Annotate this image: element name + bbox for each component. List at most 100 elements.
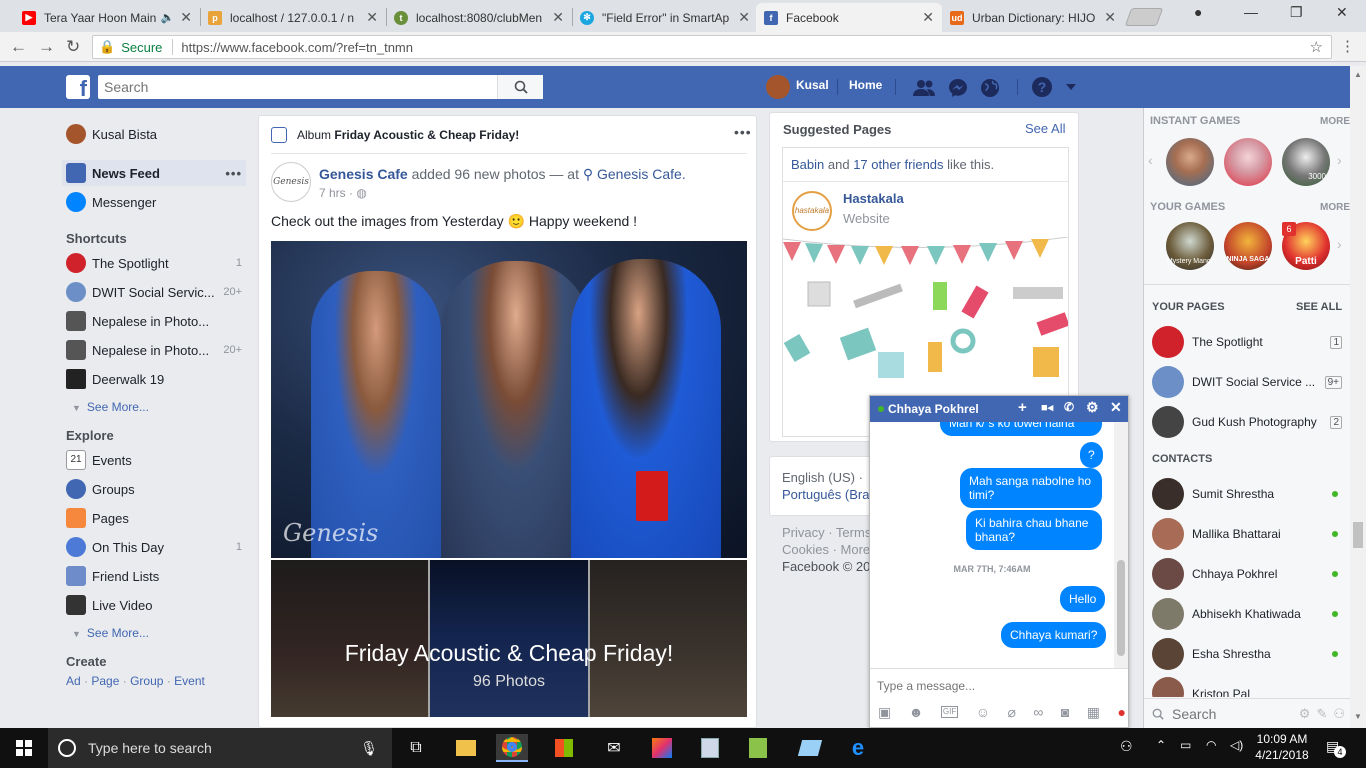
scroll-down-icon[interactable]: ▼ xyxy=(1354,712,1362,721)
add-people-icon[interactable]: ⚇ xyxy=(1333,706,1345,722)
main-photo[interactable]: Genesis xyxy=(271,241,747,558)
back-button[interactable]: ← xyxy=(10,37,27,57)
browser-tab[interactable]: t localhost:8080/clubMen ✕ xyxy=(386,3,572,32)
close-tab-icon[interactable]: ✕ xyxy=(366,9,378,26)
sidebar-item-news-feed[interactable]: News Feed ••• xyxy=(62,160,246,186)
link-icon[interactable]: ∞ xyxy=(1033,704,1043,721)
emoji-icon[interactable]: ☺ xyxy=(976,704,990,721)
sidebar-item-events[interactable]: 21 Events xyxy=(62,447,246,473)
help-icon[interactable]: ? xyxy=(1032,77,1052,97)
chat-contact-name[interactable]: Chhaya Pokhrel xyxy=(888,402,979,416)
contact-row[interactable]: Mallika Bhattarai xyxy=(1152,515,1346,553)
home-link[interactable]: Home xyxy=(849,78,882,92)
other-friends-link[interactable]: 17 other friends xyxy=(853,157,943,172)
url-bar[interactable]: 🔒 Secure https://www.facebook.com/?ref=t… xyxy=(92,35,1332,59)
create-ad-link[interactable]: Ad xyxy=(66,674,81,688)
volume-icon[interactable]: ◁) xyxy=(1230,738,1243,752)
minimize-button[interactable]: — xyxy=(1244,4,1258,20)
location-link[interactable]: Genesis Cafe. xyxy=(597,166,686,182)
clock[interactable]: 10:09 AM 4/21/2018 xyxy=(1252,731,1312,763)
see-more-shortcuts[interactable]: ▼ See More... xyxy=(72,400,149,414)
chat-search-input[interactable] xyxy=(1172,705,1272,722)
scroll-up-icon[interactable]: ▲ xyxy=(1354,70,1362,79)
app-icon[interactable] xyxy=(794,734,826,762)
chevron-left-icon[interactable]: ‹ xyxy=(1148,152,1153,168)
microphone-icon[interactable]: 🎙 xyxy=(360,740,378,757)
mail-icon[interactable]: ✉ xyxy=(598,734,630,762)
facebook-search[interactable] xyxy=(98,75,543,99)
windows-start-icon[interactable] xyxy=(8,734,40,762)
forward-button[interactable]: → xyxy=(38,37,55,57)
profile-link[interactable]: Kusal Bista xyxy=(62,121,246,147)
gear-icon[interactable]: ⚙ xyxy=(1299,706,1311,722)
edge-icon[interactable]: e xyxy=(842,734,874,762)
messenger-icon[interactable] xyxy=(948,78,968,98)
avatar[interactable] xyxy=(766,75,790,99)
instant-game-thumb[interactable] xyxy=(1166,138,1214,186)
browser-tab[interactable]: p localhost / 127.0.0.1 / n ✕ xyxy=(200,3,386,32)
reload-button[interactable]: ↻ xyxy=(66,37,80,57)
footer-links[interactable]: Cookies · More xyxy=(782,542,870,557)
close-tab-icon[interactable]: ✕ xyxy=(738,9,750,26)
message-input[interactable] xyxy=(877,679,1117,693)
sidebar-item-messenger[interactable]: Messenger xyxy=(62,189,246,215)
browser-tab[interactable]: ud Urban Dictionary: HIJO ✕ xyxy=(942,3,1124,32)
battery-icon[interactable]: ▭ xyxy=(1180,738,1191,752)
gif-icon[interactable]: GIF xyxy=(940,706,959,718)
contact-row[interactable]: Chhaya Pokhrel xyxy=(1152,555,1346,593)
see-all-pages-link[interactable]: SEE ALL xyxy=(1296,301,1342,313)
sidebar-item-on-this-day[interactable]: On This Day 1 xyxy=(62,534,246,560)
search-button[interactable] xyxy=(497,75,543,99)
contact-row[interactable]: Sumit Shrestha xyxy=(1152,475,1346,513)
globe-icon[interactable] xyxy=(980,78,1000,98)
instant-game-thumb[interactable] xyxy=(1224,138,1272,186)
chat-scrollbar[interactable] xyxy=(1114,422,1128,668)
camera-icon[interactable]: ◙ xyxy=(1061,704,1069,721)
compose-icon[interactable]: ✎ xyxy=(1316,706,1327,722)
page-scrollbar[interactable]: ▲ ▼ xyxy=(1350,66,1366,728)
instant-game-thumb[interactable]: 3000 xyxy=(1282,138,1330,186)
close-window-button[interactable]: ✕ xyxy=(1336,4,1348,21)
see-more-explore[interactable]: ▼ See More... xyxy=(72,626,149,640)
chevron-up-icon[interactable]: ⌃ xyxy=(1156,738,1166,752)
profile-link[interactable]: Kusal xyxy=(796,78,829,92)
photo-icon[interactable]: ▣ xyxy=(878,704,891,721)
close-tab-icon[interactable]: ✕ xyxy=(922,9,934,26)
create-page-link[interactable]: Page xyxy=(91,674,119,688)
phone-icon[interactable]: ✆ xyxy=(1064,400,1074,414)
friend-requests-icon[interactable] xyxy=(912,78,936,98)
close-icon[interactable]: ✕ xyxy=(1110,399,1122,416)
scroll-thumb[interactable] xyxy=(1353,522,1363,548)
friend-link[interactable]: Babin xyxy=(791,157,824,172)
new-tab-button[interactable] xyxy=(1124,8,1164,26)
page-row[interactable]: The Spotlight 1 xyxy=(1152,323,1346,361)
star-icon[interactable]: ☆ xyxy=(1310,38,1323,56)
app-icon[interactable] xyxy=(694,734,726,762)
more-options-icon[interactable]: ••• xyxy=(225,166,246,181)
chevron-down-icon[interactable] xyxy=(1066,84,1076,90)
page-name-link[interactable]: Genesis Cafe xyxy=(319,166,408,182)
sidebar-item-groups[interactable]: Groups xyxy=(62,476,246,502)
gear-icon[interactable]: ⚙ xyxy=(1086,399,1099,416)
sidebar-item-shortcut[interactable]: Nepalese in Photo... xyxy=(62,308,246,334)
facebook-logo[interactable]: f xyxy=(66,75,90,101)
menu-dots-icon[interactable]: ⋮ xyxy=(1340,37,1355,55)
restore-button[interactable]: ❐ xyxy=(1290,4,1303,21)
sidebar-item-friend-lists[interactable]: Friend Lists xyxy=(62,563,246,589)
video-call-icon[interactable]: ■◂ xyxy=(1041,401,1053,414)
chrome-icon[interactable] xyxy=(496,734,528,762)
people-icon[interactable]: ⚇ xyxy=(1120,738,1133,755)
games-icon[interactable]: ▦ xyxy=(1087,704,1100,721)
taskbar-search[interactable]: Type here to search 🎙 xyxy=(48,728,392,768)
page-cover-image[interactable] xyxy=(783,237,1068,394)
chevron-right-icon[interactable]: › xyxy=(1337,152,1342,168)
contact-row[interactable]: Abhisekh Khatiwada xyxy=(1152,595,1346,633)
see-all-link[interactable]: See All xyxy=(1025,121,1065,136)
attach-icon[interactable]: ⌀ xyxy=(1007,704,1015,721)
close-tab-icon[interactable]: ✕ xyxy=(180,9,192,26)
game-ninja-saga[interactable]: NINJA SAGA xyxy=(1224,222,1272,270)
page-row[interactable]: DWIT Social Service ... 9+ xyxy=(1152,363,1346,401)
browser-tab-active[interactable]: f Facebook ✕ xyxy=(756,3,942,32)
page-avatar[interactable]: Genesis xyxy=(271,162,311,202)
notepad-icon[interactable] xyxy=(742,734,774,762)
